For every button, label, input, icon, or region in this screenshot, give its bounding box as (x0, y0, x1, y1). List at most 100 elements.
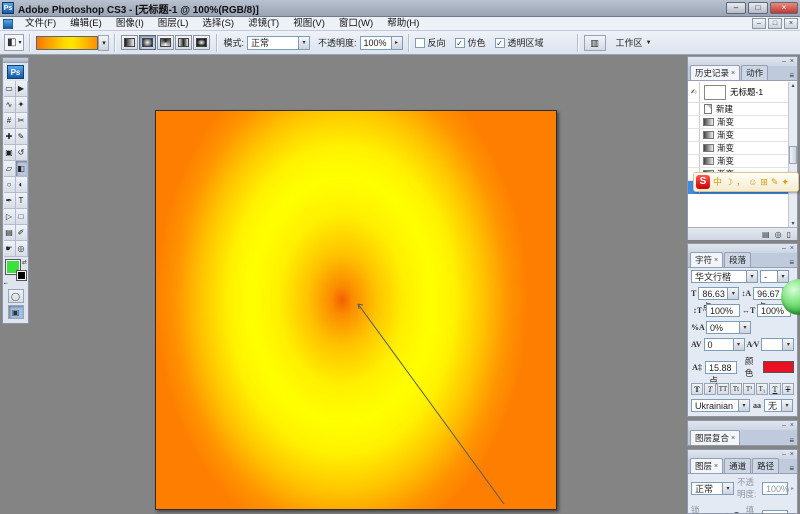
document-canvas[interactable] (155, 110, 557, 510)
strikethrough-button[interactable]: T (782, 383, 794, 395)
tool-dodge[interactable]: ◐ (16, 177, 28, 193)
quick-mask-button[interactable]: ◯ (8, 289, 24, 303)
set-source-cell[interactable] (688, 155, 700, 167)
tab-close-icon[interactable]: × (731, 70, 735, 77)
faux-bold-button[interactable]: T (691, 383, 703, 395)
tab-layer-comps[interactable]: 图层复合 × (690, 430, 740, 445)
doc-close-button[interactable]: × (784, 18, 798, 29)
panel-minimize-icon[interactable]: – (782, 451, 786, 458)
dither-checkbox[interactable]: ✓ (455, 38, 465, 48)
font-style-arrow[interactable]: ▾ (778, 270, 789, 283)
transparency-checkbox[interactable]: ✓ (495, 38, 505, 48)
underline-button[interactable]: T (769, 383, 781, 395)
doc-minimize-button[interactable]: – (752, 18, 766, 29)
opacity-input[interactable]: 100% (360, 36, 392, 50)
tool-rect-marquee[interactable]: ▭ (4, 81, 16, 97)
tracking-arrow[interactable]: ▾ (734, 338, 745, 351)
toolbox-icon[interactable]: ✦ (781, 173, 789, 191)
vertical-scale-input[interactable]: 100% (706, 304, 740, 317)
faux-italic-button[interactable]: T (704, 383, 716, 395)
gradient-preview[interactable] (36, 36, 98, 50)
scroll-thumb[interactable] (789, 146, 797, 164)
layer-opacity-input[interactable]: 100% (762, 482, 788, 495)
bridge-button[interactable]: ▥ (584, 35, 606, 51)
pen-icon[interactable]: ✎ (771, 173, 779, 191)
font-family-select[interactable]: 华文行楷 (691, 270, 747, 283)
close-button[interactable]: × (770, 2, 798, 14)
baseline-shift-input[interactable]: 15.88 点 (705, 361, 737, 374)
swap-colors-icon[interactable]: ⇄ (22, 259, 27, 266)
set-source-icon[interactable]: ✍ (688, 82, 700, 102)
font-family-arrow[interactable]: ▾ (747, 270, 758, 283)
panel-menu-icon[interactable]: ≡ (789, 436, 797, 445)
panel-close-icon[interactable]: × (790, 422, 794, 429)
history-item[interactable]: 新建 (688, 103, 797, 116)
leading-input[interactable]: 96.67 点 (753, 287, 783, 300)
history-item[interactable]: 渐变 (688, 142, 797, 155)
new-document-from-state-button[interactable]: ▤ (762, 230, 770, 239)
tab-close-icon[interactable]: × (714, 257, 718, 264)
tool-blur[interactable]: ○ (4, 177, 16, 193)
tool-shape[interactable]: □ (16, 209, 28, 225)
tab-actions[interactable]: 动作 (741, 65, 768, 80)
history-item[interactable]: 渐变 (688, 155, 797, 168)
radial-gradient-button[interactable] (139, 35, 156, 50)
small-caps-button[interactable]: Tt (730, 383, 742, 395)
tool-eyedropper[interactable]: ✐ (16, 225, 28, 241)
kerning-select[interactable] (761, 338, 783, 351)
tool-history-brush[interactable]: ↺ (16, 145, 28, 161)
tool-preset-picker[interactable]: ◧ ▾ (4, 34, 24, 51)
history-snapshot-row[interactable]: ✍ 无标题-1 (688, 82, 797, 103)
menu-select[interactable]: 选择(S) (195, 17, 241, 31)
doc-restore-button[interactable]: □ (768, 18, 782, 29)
tool-healing-brush[interactable]: ✚ (4, 129, 16, 145)
tool-zoom[interactable]: ◎ (16, 241, 28, 257)
history-item[interactable]: 渐变 (688, 129, 797, 142)
text-color-swatch[interactable] (763, 361, 794, 373)
menu-view[interactable]: 视图(V) (286, 17, 332, 31)
linear-gradient-button[interactable] (121, 35, 138, 50)
tool-magic-wand[interactable]: ✦ (16, 97, 28, 113)
proportional-arrow[interactable]: ▾ (740, 321, 751, 334)
tab-paragraph[interactable]: 段落 (724, 252, 751, 267)
language-arrow[interactable]: ▾ (739, 399, 750, 412)
layer-blend-arrow[interactable]: ▾ (723, 482, 734, 495)
scroll-down-icon[interactable]: ▾ (789, 220, 797, 227)
menu-help[interactable]: 帮助(H) (380, 17, 426, 31)
panel-close-icon[interactable]: × (790, 245, 794, 252)
panel-menu-icon[interactable]: ≡ (789, 464, 797, 473)
anti-alias-arrow[interactable]: ▾ (782, 399, 793, 412)
menu-image[interactable]: 图像(I) (109, 17, 151, 31)
delete-state-button[interactable]: ▯ (787, 230, 791, 239)
sogou-input-toolbar[interactable]: S 中 ☽ ， ☺ ⊞ ✎ ✦ (693, 172, 799, 192)
tool-eraser[interactable]: ▱ (4, 161, 16, 177)
screen-mode-button[interactable]: ▣ (8, 305, 24, 319)
chinese-mode-icon[interactable]: 中 (713, 173, 722, 191)
subscript-button[interactable]: T₁ (756, 383, 768, 395)
font-size-arrow[interactable]: ▾ (728, 287, 739, 300)
new-snapshot-button[interactable]: ◎ (775, 230, 782, 239)
panel-close-icon[interactable]: × (790, 451, 794, 458)
tab-layers[interactable]: 图层 × (690, 458, 723, 473)
history-scrollbar[interactable]: ▴ ▾ (788, 82, 797, 227)
layer-opacity-arrow[interactable]: ▸ (791, 485, 794, 492)
panel-close-icon[interactable]: × (790, 58, 794, 65)
font-style-select[interactable]: - (760, 270, 778, 283)
tracking-select[interactable]: 0 (704, 338, 734, 351)
default-colors-icon[interactable]: ▪▫ (4, 281, 8, 287)
reflected-gradient-button[interactable] (175, 35, 192, 50)
tool-lasso[interactable]: ∿ (4, 97, 16, 113)
tool-crop[interactable]: # (4, 113, 16, 129)
tool-pen[interactable]: ✒ (4, 193, 16, 209)
diamond-gradient-button[interactable] (193, 35, 210, 50)
menu-filter[interactable]: 滤镜(T) (241, 17, 286, 31)
all-caps-button[interactable]: TT (717, 383, 729, 395)
tab-history[interactable]: 历史记录 × (690, 65, 740, 80)
panel-minimize-icon[interactable]: – (782, 245, 786, 252)
menu-layer[interactable]: 图层(L) (151, 17, 196, 31)
tab-character[interactable]: 字符 × (690, 252, 723, 267)
set-source-cell[interactable] (688, 116, 700, 128)
panel-menu-icon[interactable]: ≡ (789, 71, 797, 80)
punctuation-icon[interactable]: ， (736, 173, 745, 191)
keyboard-icon[interactable]: ⊞ (760, 173, 768, 191)
